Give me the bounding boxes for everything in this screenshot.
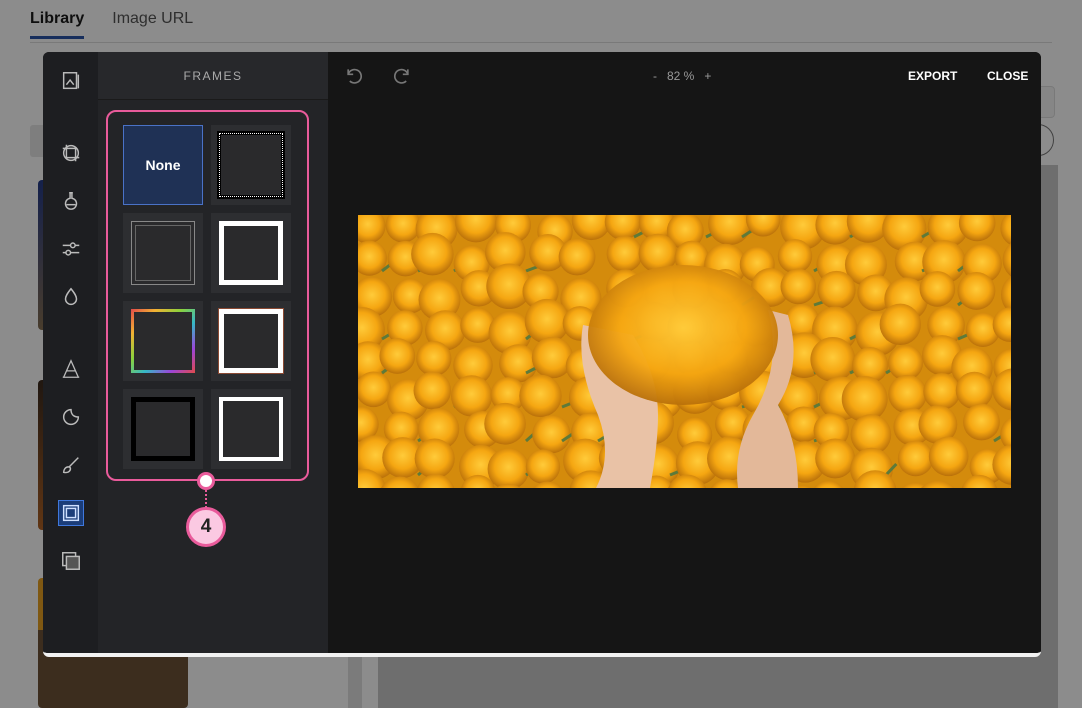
brush-icon[interactable] xyxy=(58,452,84,478)
zoom-value: 82 % xyxy=(667,69,695,83)
zoom-out-button[interactable]: - xyxy=(653,69,657,83)
sticker-icon[interactable] xyxy=(58,404,84,430)
redo-icon[interactable] xyxy=(392,66,412,86)
marigold-photo xyxy=(358,215,1011,488)
frame-icon[interactable] xyxy=(58,500,84,526)
export-button[interactable]: EXPORT xyxy=(908,69,957,83)
tool-sidebar xyxy=(43,52,98,653)
filter-flask-icon[interactable] xyxy=(58,188,84,214)
photo-artwork xyxy=(358,215,1011,488)
step-badge: 4 xyxy=(186,507,226,547)
zoom-in-button[interactable]: + xyxy=(704,69,711,83)
focus-drop-icon[interactable] xyxy=(58,284,84,310)
close-button[interactable]: CLOSE xyxy=(987,69,1028,83)
image-icon[interactable] xyxy=(58,68,84,94)
text-icon[interactable] xyxy=(58,356,84,382)
undo-icon[interactable] xyxy=(344,66,364,86)
callout-connector xyxy=(205,490,207,508)
panel-title: FRAMES xyxy=(98,52,328,100)
crop-icon[interactable] xyxy=(58,140,84,166)
callout-anchor-dot xyxy=(197,472,215,490)
canvas-area: - 82 % + EXPORT CLOSE xyxy=(328,52,1041,653)
zoom-control: - 82 % + xyxy=(653,69,711,83)
frames-highlight-box xyxy=(106,110,309,481)
adjust-sliders-icon[interactable] xyxy=(58,236,84,262)
overlay-icon[interactable] xyxy=(58,548,84,574)
